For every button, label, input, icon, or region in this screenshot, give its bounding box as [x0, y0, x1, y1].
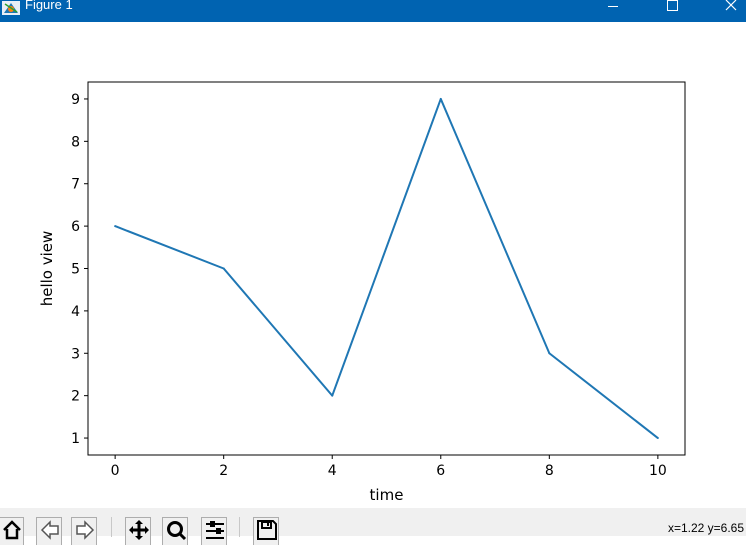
data-point — [548, 352, 551, 355]
line-chart[interactable]: 0 2 4 6 8 10123456789timehello view — [0, 22, 746, 508]
y-tick-label: 4 — [71, 304, 80, 320]
matplotlib-icon[interactable] — [2, 0, 20, 15]
maximize-icon — [667, 0, 678, 11]
pan-move-icon — [129, 520, 149, 540]
zoom-button[interactable] — [162, 517, 188, 545]
x-tick-label: 8 — [545, 463, 554, 479]
data-point — [222, 267, 225, 270]
save-icon — [257, 520, 277, 540]
y-tick-label: 2 — [71, 389, 80, 405]
data-point — [331, 394, 334, 397]
x-tick-label: 10 — [649, 463, 667, 479]
close-button[interactable] — [705, 0, 746, 22]
title-bar: Figure 1 — [0, 0, 746, 22]
close-icon — [725, 0, 737, 11]
toolbar-separator — [111, 517, 112, 537]
x-axis-label: time — [370, 486, 404, 504]
y-tick-label: 1 — [71, 431, 80, 447]
home-icon — [3, 520, 21, 540]
y-tick-label: 5 — [71, 262, 80, 278]
cursor-coordinates: x=1.22 y=6.65 — [667, 521, 744, 535]
forward-arrow-icon — [76, 520, 95, 540]
toolbar-separator — [239, 517, 240, 537]
back-arrow-icon — [40, 520, 59, 540]
y-axis-label: hello view — [38, 231, 56, 307]
forward-button[interactable] — [71, 517, 97, 545]
y-tick-label: 6 — [71, 219, 80, 235]
maximize-button[interactable] — [650, 0, 696, 22]
y-tick-label: 9 — [71, 92, 80, 108]
save-button[interactable] — [253, 517, 279, 545]
x-tick-label: 4 — [328, 463, 337, 479]
data-point — [114, 225, 117, 228]
minimize-button[interactable] — [590, 0, 636, 22]
x-tick-label: 6 — [436, 463, 445, 479]
data-point — [439, 97, 442, 100]
home-button[interactable] — [0, 517, 24, 545]
back-button[interactable] — [36, 517, 62, 545]
y-tick-label: 7 — [71, 177, 80, 193]
pan-button[interactable] — [125, 517, 151, 545]
axes-frame — [87, 81, 686, 456]
figure-canvas[interactable]: 0 2 4 6 8 10 1 2 3 4 5 6 7 8 9 time hello view — [0, 22, 746, 508]
subplots-icon — [206, 521, 224, 539]
y-tick-label: 3 — [71, 346, 80, 362]
configure-subplots-button[interactable] — [201, 517, 227, 545]
minimize-icon — [608, 6, 618, 7]
x-tick-label: 0 — [111, 463, 120, 479]
x-tick-label: 2 — [219, 463, 228, 479]
window-title: Figure 1 — [25, 0, 73, 12]
data-point — [656, 437, 659, 440]
y-tick-label: 8 — [71, 134, 80, 150]
navigation-toolbar — [0, 508, 746, 545]
zoom-icon — [167, 521, 187, 541]
